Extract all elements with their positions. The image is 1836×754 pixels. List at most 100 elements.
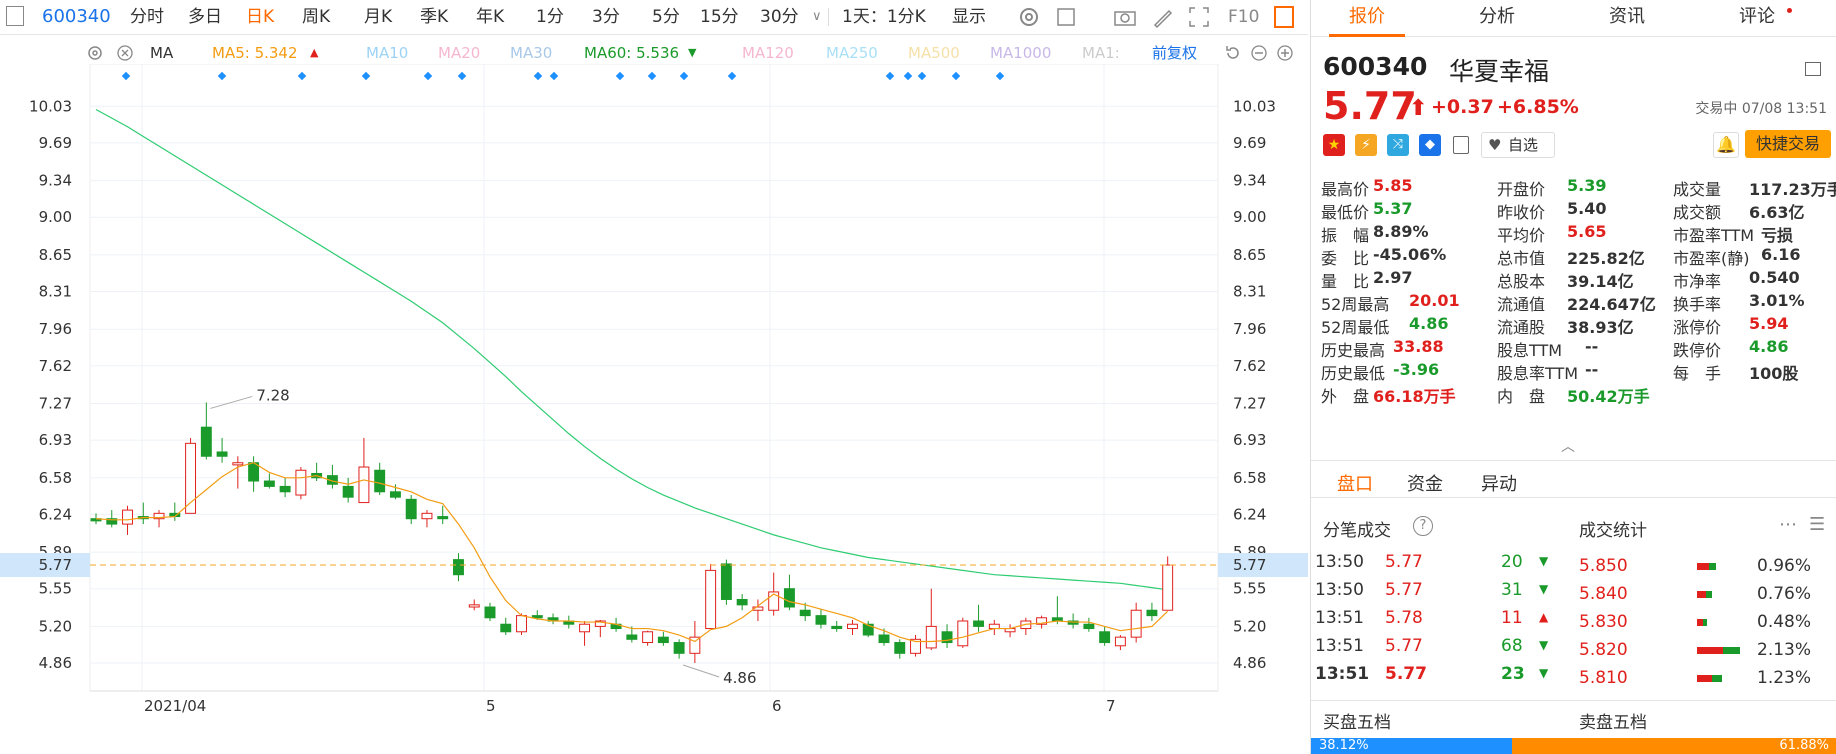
lightning-icon[interactable]: ⚡ (1355, 134, 1377, 156)
candle-body (642, 631, 654, 644)
x-tick-label: 6 (772, 697, 782, 715)
period-tab-8[interactable]: 3分 (592, 0, 620, 34)
stat-value: 0.540 (1749, 268, 1800, 287)
dist-price: 5.820 (1579, 640, 1628, 660)
y-tick-left: 6.58 (39, 469, 72, 487)
camera-icon[interactable] (1112, 4, 1138, 30)
quick-trade-button[interactable]: 快捷交易 (1745, 130, 1831, 158)
watchlist-button[interactable]: ♥ 自选 (1481, 132, 1555, 158)
draw-icon[interactable] (1150, 4, 1176, 30)
collapse-chevron-icon[interactable]: ︿ (1561, 436, 1575, 456)
stat-value: 亏损 (1761, 226, 1794, 245)
y-tick-right: 9.69 (1233, 134, 1266, 152)
dist-bar-green (1722, 647, 1740, 654)
dist-pct: 1.23% (1757, 668, 1812, 688)
list-icon[interactable]: ☰ (1809, 514, 1825, 535)
period-tab-10[interactable]: 15分 (700, 0, 739, 34)
more-periods-chevron-icon[interactable]: ∨ (812, 0, 822, 34)
ma-settings-icon[interactable] (86, 44, 104, 62)
stock-code-label[interactable]: 600340 (42, 0, 111, 34)
candle-body (815, 615, 827, 625)
sub-tab-0[interactable]: 盘口 (1337, 470, 1373, 496)
stat-value: 8.89% (1373, 222, 1429, 241)
quote-panel: 报价 分析 资讯 评论 600340 华夏幸福 5.77 ⬆ +0.37 +6.85%… (1310, 0, 1836, 754)
undo-icon[interactable] (1224, 44, 1242, 62)
candle-body (358, 466, 370, 504)
up-arrow-icon: ▲ (1539, 610, 1549, 624)
tick-price: 5.78 (1385, 608, 1423, 628)
time-range-select[interactable]: 1天：1分K (842, 0, 926, 34)
sidebar-toggle-icon[interactable] (6, 6, 24, 26)
y-tick-right: 7.62 (1233, 357, 1266, 375)
stat-value: 5.94 (1749, 314, 1789, 333)
alert-bell-icon[interactable]: 🔔 (1713, 132, 1739, 158)
ma-close-icon[interactable] (116, 44, 134, 62)
stat-value: -3.96 (1393, 360, 1440, 379)
panel-tab-1[interactable]: 分析 (1479, 0, 1515, 36)
more-icon[interactable]: ⋯ (1779, 514, 1797, 535)
tick-volume: 31 (1501, 580, 1523, 600)
stat-label: 量 比 (1321, 272, 1370, 291)
stat-label: 委 比 (1321, 249, 1370, 268)
shuffle-icon[interactable]: ⤨ (1387, 134, 1409, 156)
stat-value: 50.42万手 (1567, 387, 1650, 406)
heart-icon: ♥ (1488, 136, 1502, 154)
panel-toggle-icon[interactable] (1274, 6, 1294, 28)
help-icon[interactable]: ? (1413, 516, 1433, 536)
panel-tabs: 报价 分析 资讯 评论 (1311, 0, 1836, 37)
candle-body (1114, 636, 1126, 647)
period-tab-9[interactable]: 5分 (652, 0, 680, 34)
period-tab-3[interactable]: 周K (302, 0, 330, 34)
settings-icon[interactable] (1016, 4, 1042, 30)
candle-body (516, 615, 527, 633)
period-tab-11[interactable]: 30分 (760, 0, 799, 34)
y-tick-right: 7.96 (1233, 320, 1266, 338)
period-tab-5[interactable]: 季K (420, 0, 448, 34)
period-tab-4[interactable]: 月K (364, 0, 392, 34)
dist-price: 5.830 (1579, 612, 1628, 632)
tag-icon[interactable]: ◆ (1419, 134, 1441, 156)
candle-body (1162, 564, 1174, 611)
price-up-arrow-icon: ⬆ (1409, 96, 1428, 121)
candle-body (847, 623, 858, 630)
stat-value: 100股 (1749, 364, 1799, 383)
dist-bar-green (1702, 619, 1707, 626)
note-icon[interactable] (1453, 136, 1469, 154)
sub-tab-1[interactable]: 资金 (1407, 470, 1443, 496)
sub-tab-2[interactable]: 异动 (1481, 470, 1517, 496)
tick-price: 5.77 (1385, 552, 1423, 572)
period-tab-1[interactable]: 多日 (188, 0, 222, 34)
y-tick-right: 8.31 (1233, 283, 1266, 301)
candle-body (894, 642, 906, 654)
menu-icon[interactable] (1805, 62, 1821, 76)
panel-tab-3[interactable]: 评论 (1739, 0, 1775, 36)
down-arrow-icon: ▼ (1539, 638, 1549, 652)
panel-tab-0[interactable]: 报价 (1329, 0, 1405, 37)
candle-body (878, 634, 890, 644)
period-tab-0[interactable]: 分时 (130, 0, 164, 34)
stat-label: 市盈率TTM (1673, 226, 1755, 245)
fullscreen-icon[interactable] (1186, 4, 1212, 30)
candle-body (200, 426, 212, 457)
period-tab-2[interactable]: 日K (246, 0, 274, 34)
period-tab-7[interactable]: 1分 (536, 0, 564, 34)
f10-button[interactable]: F10 (1228, 0, 1259, 34)
frame-icon[interactable] (1054, 4, 1080, 30)
display-menu[interactable]: 显示 (952, 0, 986, 34)
stat-value: -- (1585, 337, 1599, 356)
zoom-out-icon[interactable] (1250, 44, 1268, 62)
zoom-in-icon[interactable] (1276, 44, 1294, 62)
kline-chart[interactable]: 10.03 10.03 9.69 9.69 9.34 9.34 9.00 9.00 8.65 8.… (0, 64, 1308, 754)
candle-body (468, 604, 480, 608)
current-price-tag-text: 5.77 (39, 556, 72, 574)
candle-body (279, 485, 291, 493)
candle-body (374, 469, 386, 493)
stat-label: 昨收价 (1497, 203, 1546, 222)
tick-volume: 23 (1501, 664, 1525, 684)
dist-price: 5.840 (1579, 584, 1628, 604)
y-tick-left: 7.62 (39, 357, 72, 375)
panel-tab-2[interactable]: 资讯 (1609, 0, 1645, 36)
x-tick-label: 5 (486, 697, 496, 715)
period-tab-6[interactable]: 年K (476, 0, 504, 34)
stat-value: 38.93亿 (1567, 318, 1634, 337)
